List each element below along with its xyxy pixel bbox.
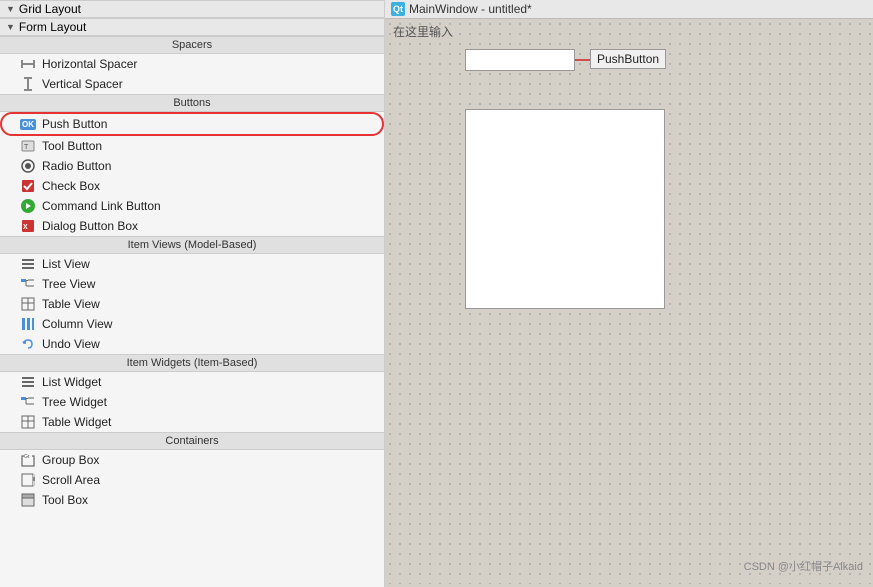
- command-link-button-label: Command Link Button: [42, 199, 161, 213]
- qt-icon: Qt: [391, 2, 405, 16]
- sidebar-item-dialog-button-box[interactable]: X Dialog Button Box: [0, 216, 384, 236]
- sidebar-item-command-link-button[interactable]: Command Link Button: [0, 196, 384, 216]
- column-view-icon: [20, 316, 36, 332]
- push-button-label: Push Button: [42, 117, 107, 131]
- sidebar-item-group-box[interactable]: Gr Group Box: [0, 450, 384, 470]
- containers-section-header: Containers: [0, 432, 384, 450]
- sidebar-item-list-widget[interactable]: List Widget: [0, 372, 384, 392]
- tool-button-icon: T: [20, 138, 36, 154]
- collapse-arrow-icon2: ▼: [6, 22, 15, 32]
- grid-layout-label: Grid Layout: [19, 2, 81, 16]
- sidebar-item-tool-button[interactable]: T Tool Button: [0, 136, 384, 156]
- collapse-arrow-icon: ▼: [6, 4, 15, 14]
- tree-view-icon: [20, 276, 36, 292]
- column-view-label: Column View: [42, 317, 112, 331]
- item-widgets-section-header: Item Widgets (Item-Based): [0, 354, 384, 372]
- sidebar-item-scroll-area[interactable]: Scroll Area: [0, 470, 384, 490]
- check-box-icon: [20, 178, 36, 194]
- radio-button-label: Radio Button: [42, 159, 111, 173]
- undo-view-label: Undo View: [42, 337, 100, 351]
- sidebar-item-table-widget[interactable]: Table Widget: [0, 412, 384, 432]
- tree-view-label: Tree View: [42, 277, 95, 291]
- tool-box-icon: [20, 492, 36, 508]
- sidebar-item-tool-box[interactable]: Tool Box: [0, 490, 384, 510]
- dialog-button-box-label: Dialog Button Box: [42, 219, 138, 233]
- design-canvas[interactable]: 在这里输入 PushButton CSDN @小红帽子Alkaid: [385, 19, 873, 584]
- table-view-label: Table View: [42, 297, 100, 311]
- tree-widget-label: Tree Widget: [42, 395, 107, 409]
- sidebar-item-check-box[interactable]: Check Box: [0, 176, 384, 196]
- sidebar-item-push-button[interactable]: OK Push Button: [0, 112, 384, 136]
- main-canvas-panel: Qt MainWindow - untitled* 在这里输入 PushButt…: [385, 0, 873, 587]
- table-widget-label: Table Widget: [42, 415, 111, 429]
- sidebar-item-tree-view[interactable]: Tree View: [0, 274, 384, 294]
- canvas-rectangle-widget[interactable]: [465, 109, 665, 309]
- vertical-spacer-label: Vertical Spacer: [42, 77, 123, 91]
- sidebar-item-table-view[interactable]: Table View: [0, 294, 384, 314]
- svg-text:Gr: Gr: [24, 454, 30, 460]
- form-layout-label: Form Layout: [19, 20, 86, 34]
- tree-widget-icon: [20, 394, 36, 410]
- sidebar-item-radio-button[interactable]: Radio Button: [0, 156, 384, 176]
- tool-box-label: Tool Box: [42, 493, 88, 507]
- form-layout-header[interactable]: ▼ Form Layout: [0, 18, 384, 36]
- radio-button-icon: [20, 158, 36, 174]
- sidebar-item-column-view[interactable]: Column View: [0, 314, 384, 334]
- scroll-area-icon: [20, 472, 36, 488]
- svg-text:T: T: [24, 144, 29, 151]
- buttons-section-header: Buttons: [0, 94, 384, 112]
- horizontal-spacer-icon: [20, 56, 36, 72]
- canvas-placeholder-text: 在这里输入: [393, 23, 453, 40]
- dialog-button-box-icon: X: [20, 218, 36, 234]
- sidebar-item-undo-view[interactable]: Undo View: [0, 334, 384, 354]
- scroll-area-label: Scroll Area: [42, 473, 100, 487]
- list-view-icon: [20, 256, 36, 272]
- check-box-label: Check Box: [42, 179, 100, 193]
- vertical-spacer-icon: [20, 76, 36, 92]
- watermark-text: CSDN @小红帽子Alkaid: [744, 558, 863, 574]
- table-view-icon: [20, 296, 36, 312]
- list-view-label: List View: [42, 257, 90, 271]
- horizontal-spacer-label: Horizontal Spacer: [42, 57, 137, 71]
- spacers-section-header: Spacers: [0, 36, 384, 54]
- window-title: MainWindow - untitled*: [409, 2, 532, 16]
- sidebar-item-horizontal-spacer[interactable]: Horizontal Spacer: [0, 54, 384, 74]
- table-widget-icon: [20, 414, 36, 430]
- window-title-bar: Qt MainWindow - untitled*: [385, 0, 873, 19]
- push-button-canvas-label: PushButton: [590, 49, 666, 69]
- sidebar-item-vertical-spacer[interactable]: Vertical Spacer: [0, 74, 384, 94]
- push-button-icon: OK: [20, 116, 36, 132]
- svg-text:X: X: [23, 224, 28, 231]
- tool-button-label: Tool Button: [42, 139, 102, 153]
- list-widget-label: List Widget: [42, 375, 101, 389]
- command-link-button-icon: [20, 198, 36, 214]
- list-widget-icon: [20, 374, 36, 390]
- item-views-section-header: Item Views (Model-Based): [0, 236, 384, 254]
- widget-panel: ▼ Grid Layout ▼ Form Layout Spacers Hori…: [0, 0, 385, 587]
- grid-layout-header[interactable]: ▼ Grid Layout: [0, 0, 384, 18]
- sidebar-item-list-view[interactable]: List View: [0, 254, 384, 274]
- group-box-icon: Gr: [20, 452, 36, 468]
- undo-view-icon: [20, 336, 36, 352]
- sidebar-item-tree-widget[interactable]: Tree Widget: [0, 392, 384, 412]
- group-box-label: Group Box: [42, 453, 99, 467]
